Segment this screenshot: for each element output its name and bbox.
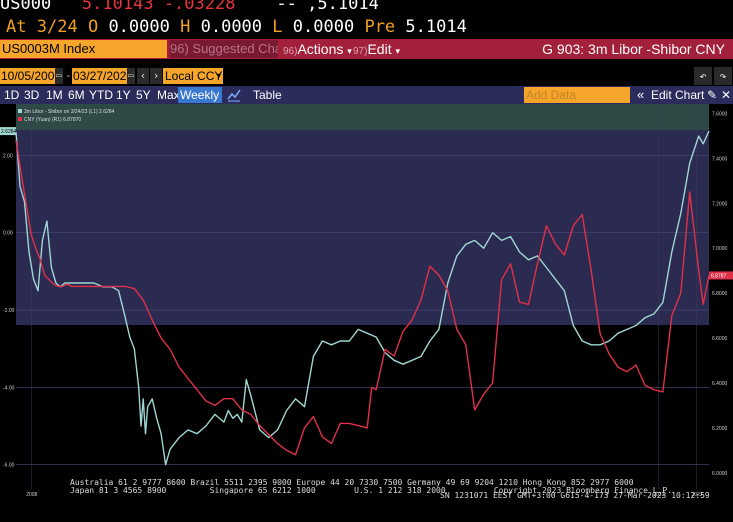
chart-area: 3m Libor - Shibor on 3/24/23 (L1) 2.6284… [0,104,733,499]
left-tick-label: -4.00 [3,385,15,391]
edit-label: Edit [367,41,392,57]
edit-chart-button[interactable]: Edit Chart [651,86,704,104]
currency-select[interactable]: Local CCY ▾ [163,68,223,84]
add-data-input[interactable]: Add Data [524,87,630,103]
legend-swatch-series-2 [18,117,22,121]
pre-value: 5.1014 [405,17,467,37]
legend-series-1: 3m Libor - Shibor on 3/24/23 (L1) 2.6284 [24,109,115,115]
left-tick-label: 2.00 [3,153,13,159]
collapse-icon[interactable]: « [637,86,644,104]
frequency-select[interactable]: Weekly ▼ [178,87,222,117]
chevron-right-icon[interactable]: › [150,68,162,84]
period-max[interactable]: Max [157,86,180,104]
period-1d[interactable]: 1D [4,86,19,104]
suggested-charts-button[interactable]: 96) Suggested Charts [170,40,278,58]
legend-swatch-series-1 [18,109,22,113]
right-tick-label: 6.8000 [712,291,728,297]
frequency-label: Weekly [180,88,220,102]
last-price: 5.10143 [81,0,154,14]
right-tick-label: 7.4000 [712,156,728,162]
prev-value: ,5.1014 [307,0,379,14]
right-tick-label: 7.2000 [712,201,728,207]
legend-series-2: CNY (Yuan) (R1) 6.87870 [24,117,81,123]
period-ytd[interactable]: YTD [89,86,113,104]
at-date: 3/24 [36,17,78,37]
chart-title: G 903: 3m Libor -Shibor CNY [542,41,725,57]
period-1y[interactable]: 1Y [116,86,131,104]
security-input[interactable]: US0003M Index [0,40,167,58]
quote-line-2: At 3/24 O 0.0000 H 0.0000 L 0.0000 Pre 5… [6,17,467,39]
command-toolbar: US0003M Index 96) Suggested Charts 96)Ac… [0,39,733,59]
prev-label: -- [276,0,297,14]
right-tick-label: 7.6000 [712,111,728,117]
undo-icon[interactable]: ↶ [694,67,712,85]
end-date-input[interactable]: 03/27/2023 [72,68,133,84]
settings-icon[interactable]: ✕ [721,86,731,104]
high-label: H [180,17,191,37]
actions-number: 96) [283,46,298,57]
price-change: -.03228 [163,0,236,14]
footer-line-3: SN 1231071 EEST GMT+3:00 G615-4-173 27-M… [440,491,710,500]
actions-label: Actions [297,41,344,57]
currency-label: Local CCY [165,69,223,83]
high-value: 0.0000 [200,17,263,37]
table-button[interactable]: Table [253,86,282,104]
low-value: 0.0000 [292,17,355,37]
period-bar: 1D 3D 1M 6M YTD 1Y 5Y Max Weekly ▼ Table… [0,86,733,117]
date-range-bar: 10/05/2007 ▭ - 03/27/2023 ▭ ‹ › Local CC… [0,66,733,86]
plot-upper-band [16,104,709,325]
right-tick-label: 7.0000 [712,246,728,252]
x-tick-label: 2008 [26,492,37,498]
open-label: O [87,17,99,37]
left-tick-label: 0.00 [3,231,13,237]
right-last-value: 6.8787 [711,273,727,279]
open-value: 0.0000 [108,17,170,37]
ticker-symbol: US000 [0,0,52,14]
left-last-value: 2.6284 [1,129,17,135]
period-1m[interactable]: 1M [46,86,63,104]
right-tick-label: 6.0000 [712,471,728,477]
chevron-down-icon: ▾ [347,46,352,56]
calendar-dropdown-icon[interactable]: ▭ [55,68,63,84]
period-6m[interactable]: 6M [68,86,85,104]
right-tick-label: 6.4000 [712,381,728,387]
right-tick-label: 6.2000 [712,426,728,432]
actions-menu[interactable]: 96)Actions ▾ [283,40,352,58]
start-date-input[interactable]: 10/05/2007 [0,68,61,84]
left-tick-label: -2.00 [3,308,15,314]
legend-band [16,104,709,130]
right-tick-label: 6.6000 [712,336,728,342]
edit-chart-label: Edit Chart [651,88,705,102]
range-dash-icon: - [65,69,72,82]
chevron-left-icon[interactable]: ‹ [137,68,149,84]
quote-line-1: US000 5.10143 -.03228 -- ,5.1014 [0,0,379,14]
line-chart[interactable]: 3m Libor - Shibor on 3/24/23 (L1) 2.6284… [0,104,733,499]
at-label: At [6,17,27,37]
edit-pencil-icon[interactable]: ✎ [707,86,717,104]
chevron-down-icon: ▾ [216,71,221,80]
low-label: L [272,17,283,37]
pre-label: Pre [364,17,396,37]
edit-menu[interactable]: 97)Edit ▾ [353,40,400,58]
calendar-dropdown-icon[interactable]: ▭ [127,68,135,84]
period-3d[interactable]: 3D [24,86,39,104]
line-chart-icon[interactable] [227,87,241,103]
chevron-down-icon: ▾ [395,46,400,56]
period-5y[interactable]: 5Y [136,86,151,104]
left-tick-label: -6.00 [3,463,15,469]
edit-number: 97) [353,46,368,57]
redo-icon[interactable]: ↷ [714,67,732,85]
